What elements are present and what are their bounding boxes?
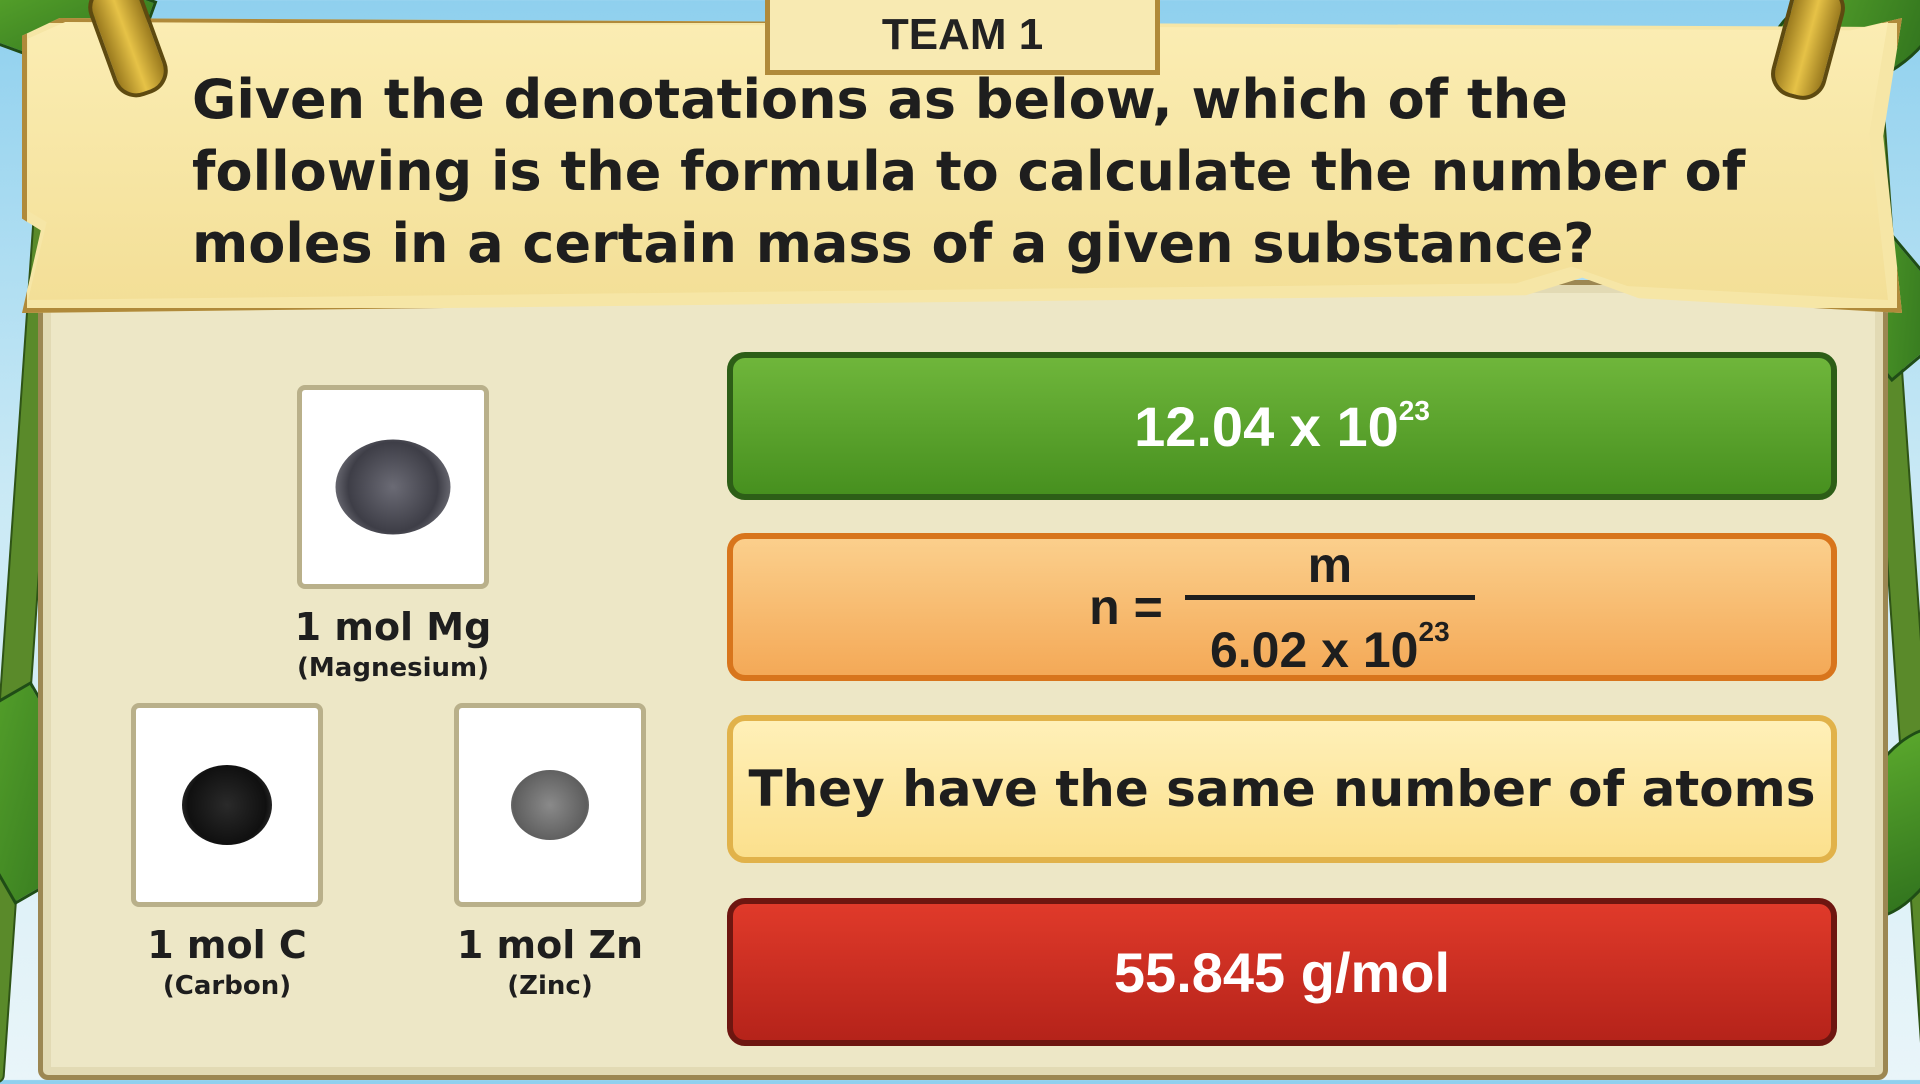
sample-subtitle: (Carbon): [162, 971, 292, 1001]
answer-option-2-formula: n = m 6.02 x 1023: [1089, 537, 1475, 678]
formula-denominator: 6.02 x 1023: [1209, 615, 1450, 678]
sample-subtitle: (Magnesium): [297, 653, 489, 683]
answer-option-4-text: 55.845 g/mol: [1113, 940, 1451, 1004]
answer-option-3-text: They have the same number of atoms: [748, 760, 1816, 818]
sample-image-card: [297, 385, 489, 589]
carbon-powder-image: [182, 765, 272, 845]
sample-zinc: 1 mol Zn (Zinc): [420, 703, 680, 1001]
formula-numerator: m: [1307, 536, 1353, 593]
answer-option-2[interactable]: n = m 6.02 x 1023: [727, 533, 1837, 681]
fraction-bar: [1184, 594, 1475, 600]
sample-image-card: [454, 703, 646, 907]
sample-magnesium: 1 mol Mg (Magnesium): [263, 385, 523, 683]
zinc-powder-image: [511, 770, 589, 840]
sample-carbon: 1 mol C (Carbon): [97, 703, 357, 1001]
question-text: Given the denotations as below, which of…: [192, 68, 1746, 275]
sample-name: 1 mol Zn: [456, 923, 644, 967]
sample-subtitle: (Zinc): [507, 971, 593, 1001]
sample-image-card: [131, 703, 323, 907]
sample-name: 1 mol C: [147, 923, 307, 967]
magnesium-powder-image: [335, 439, 451, 535]
answer-option-3[interactable]: They have the same number of atoms: [727, 715, 1837, 863]
sample-name: 1 mol Mg: [294, 605, 492, 649]
answer-option-4[interactable]: 55.845 g/mol: [727, 898, 1837, 1046]
answer-option-1[interactable]: 12.04 x 1023: [727, 352, 1837, 500]
formula-fraction: m 6.02 x 1023: [1184, 536, 1475, 678]
formula-lhs: n =: [1089, 579, 1163, 635]
answer-option-1-text: 12.04 x 1023: [1134, 394, 1430, 458]
